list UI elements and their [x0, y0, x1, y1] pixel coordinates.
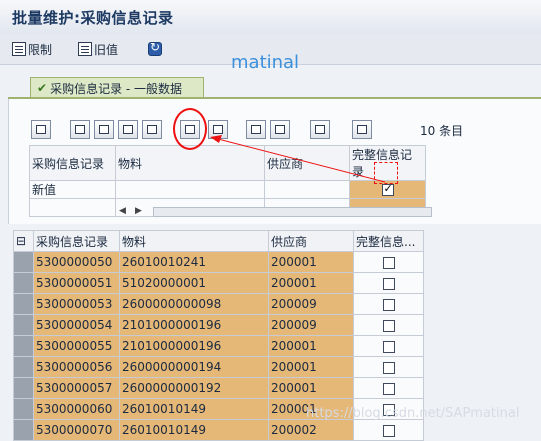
annotation-arrow [210, 135, 386, 183]
annotation-dashed-box [374, 162, 398, 184]
url-watermark: https://blog.csdn.net/SAPmatinal [306, 406, 520, 421]
